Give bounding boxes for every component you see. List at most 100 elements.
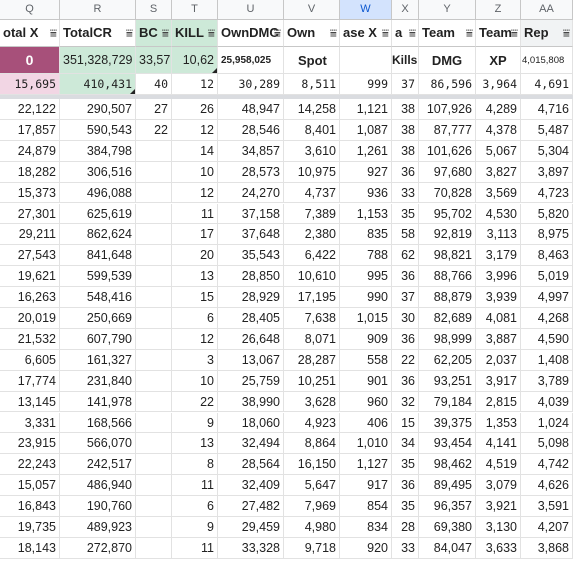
table-cell[interactable]: 36 <box>392 475 419 497</box>
table-cell[interactable]: 9 <box>172 412 218 434</box>
filter-icon[interactable]: ⩸ <box>408 20 416 46</box>
table-cell[interactable]: 93,454 <box>419 433 476 455</box>
table-cell[interactable] <box>136 224 172 246</box>
table-cell[interactable]: 12 <box>172 328 218 350</box>
table-cell[interactable]: 79,184 <box>419 391 476 413</box>
table-cell[interactable]: 101,626 <box>419 140 476 162</box>
table-cell[interactable]: 5,487 <box>521 119 573 141</box>
table-cell[interactable]: 3,628 <box>284 391 340 413</box>
header-kill[interactable]: KILL ⩸ <box>172 20 218 47</box>
table-cell[interactable]: 486,940 <box>60 475 136 497</box>
summary-cell[interactable] <box>340 47 392 74</box>
table-cell[interactable]: 3,633 <box>476 537 521 559</box>
header-owndmg[interactable]: OwnDMC ⩸ <box>218 20 284 47</box>
table-cell[interactable]: 4,530 <box>476 203 521 225</box>
table-cell[interactable]: 6,605 <box>0 349 60 371</box>
table-cell[interactable]: 36 <box>392 161 419 183</box>
table-cell[interactable]: 11 <box>172 203 218 225</box>
table-cell[interactable]: 548,416 <box>60 287 136 308</box>
column-header-s[interactable]: S <box>136 0 172 20</box>
table-cell[interactable]: 7,969 <box>284 496 340 517</box>
summary-cell[interactable]: 10,62 <box>172 47 218 74</box>
header-team-kills[interactable]: a ⩸ <box>392 20 419 47</box>
table-cell[interactable]: 599,539 <box>60 266 136 288</box>
table-cell[interactable]: 26 <box>172 99 218 120</box>
table-cell[interactable]: 2,815 <box>476 391 521 413</box>
table-cell[interactable]: 231,840 <box>60 370 136 392</box>
table-cell[interactable]: 168,566 <box>60 412 136 434</box>
table-cell[interactable]: 862,624 <box>60 224 136 246</box>
table-cell[interactable]: 4,141 <box>476 433 521 455</box>
table-cell[interactable] <box>136 266 172 288</box>
table-cell[interactable]: 5,304 <box>521 140 573 162</box>
average-cell[interactable]: 3,964 <box>476 74 521 95</box>
column-header-q[interactable]: Q <box>0 0 60 20</box>
filter-icon[interactable]: ⩸ <box>125 20 133 46</box>
table-cell[interactable]: 3,917 <box>476 370 521 392</box>
table-cell[interactable]: 4,207 <box>521 517 573 538</box>
table-cell[interactable]: 290,507 <box>60 99 136 120</box>
table-cell[interactable]: 98,821 <box>419 245 476 267</box>
table-cell[interactable]: 8,071 <box>284 328 340 350</box>
table-cell[interactable]: 107,926 <box>419 99 476 120</box>
filter-icon[interactable]: ⩸ <box>465 20 473 46</box>
table-cell[interactable]: 13 <box>172 266 218 288</box>
table-cell[interactable]: 3,827 <box>476 161 521 183</box>
table-cell[interactable]: 1,087 <box>340 119 392 141</box>
table-cell[interactable]: 7,389 <box>284 203 340 225</box>
summary-cell[interactable]: Spot <box>284 47 340 74</box>
summary-cell[interactable]: XP <box>476 47 521 74</box>
table-cell[interactable]: 95,702 <box>419 203 476 225</box>
table-cell[interactable]: 936 <box>340 182 392 204</box>
table-cell[interactable]: 566,070 <box>60 433 136 455</box>
table-cell[interactable]: 84,047 <box>419 537 476 559</box>
filter-icon[interactable]: ⩸ <box>273 20 281 46</box>
table-cell[interactable]: 5,820 <box>521 203 573 225</box>
table-cell[interactable] <box>136 203 172 225</box>
table-cell[interactable]: 306,516 <box>60 161 136 183</box>
average-cell[interactable]: 999 <box>340 74 392 95</box>
table-cell[interactable] <box>136 245 172 267</box>
table-cell[interactable]: 3,130 <box>476 517 521 538</box>
table-cell[interactable]: 24,270 <box>218 182 284 204</box>
table-cell[interactable]: 97,680 <box>419 161 476 183</box>
table-cell[interactable]: 25,759 <box>218 370 284 392</box>
filter-icon[interactable]: ⩸ <box>49 20 57 46</box>
table-cell[interactable]: 3,921 <box>476 496 521 517</box>
table-cell[interactable]: 13,067 <box>218 349 284 371</box>
table-cell[interactable]: 37,158 <box>218 203 284 225</box>
table-cell[interactable]: 88,879 <box>419 287 476 308</box>
table-cell[interactable] <box>136 370 172 392</box>
table-cell[interactable]: 1,024 <box>521 412 573 434</box>
average-cell[interactable]: 86,596 <box>419 74 476 95</box>
header-own-spot[interactable]: Own ⩸ <box>284 20 340 47</box>
table-cell[interactable]: 87,777 <box>419 119 476 141</box>
table-cell[interactable]: 10 <box>172 370 218 392</box>
table-cell[interactable]: 12 <box>172 119 218 141</box>
table-cell[interactable]: 917 <box>340 475 392 497</box>
table-cell[interactable]: 3,887 <box>476 328 521 350</box>
table-cell[interactable]: 23,915 <box>0 433 60 455</box>
table-cell[interactable]: 15 <box>392 412 419 434</box>
table-cell[interactable]: 33 <box>392 182 419 204</box>
table-cell[interactable]: 28,573 <box>218 161 284 183</box>
table-cell[interactable]: 3,079 <box>476 475 521 497</box>
table-cell[interactable]: 15,373 <box>0 182 60 204</box>
table-cell[interactable] <box>136 140 172 162</box>
summary-cell[interactable]: 4,015,808 <box>521 47 573 74</box>
table-cell[interactable]: 3,113 <box>476 224 521 246</box>
table-cell[interactable]: 3,179 <box>476 245 521 267</box>
table-cell[interactable]: 69,380 <box>419 517 476 538</box>
table-cell[interactable]: 10 <box>172 161 218 183</box>
table-cell[interactable]: 4,716 <box>521 99 573 120</box>
table-cell[interactable]: 32 <box>392 391 419 413</box>
filter-icon[interactable]: ⩸ <box>329 20 337 46</box>
table-cell[interactable]: 38 <box>392 99 419 120</box>
table-cell[interactable]: 489,923 <box>60 517 136 538</box>
average-cell[interactable]: 4,691 <box>521 74 573 95</box>
table-cell[interactable]: 7,638 <box>284 308 340 329</box>
table-cell[interactable]: 16,150 <box>284 454 340 476</box>
table-cell[interactable]: 5,098 <box>521 433 573 455</box>
table-cell[interactable] <box>136 454 172 476</box>
header-rep[interactable]: Rep ⩸ <box>521 20 573 47</box>
